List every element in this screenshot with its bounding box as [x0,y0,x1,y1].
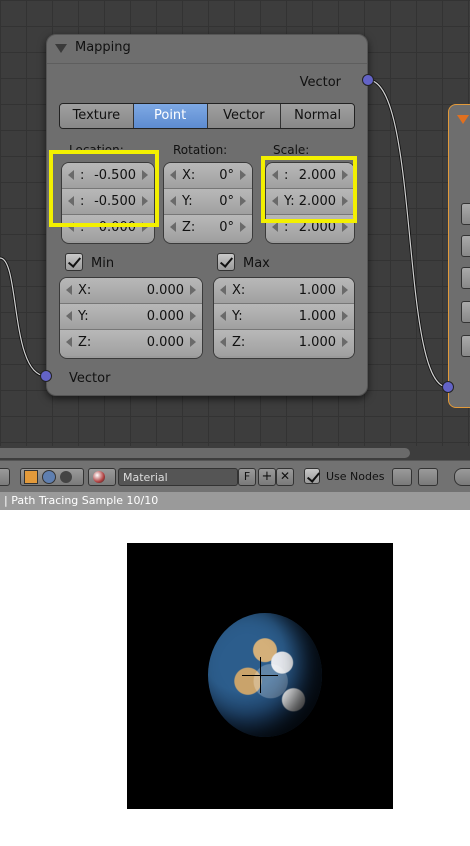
link-to-image-texture [367,78,449,389]
tab-texture[interactable]: Texture [60,104,134,128]
max-x-field[interactable]: X: 1.000 [214,278,354,304]
node-field-stub[interactable] [461,267,470,289]
material-sphere-icon [93,471,105,483]
link-from-texcoord [0,256,47,378]
fake-user-button[interactable]: F [238,468,256,486]
output-vector-socket[interactable] [362,74,374,86]
node-editor[interactable]: Mapping Vector Texture Point Vector Norm… [0,0,470,460]
tab-point[interactable]: Point [133,104,208,128]
input-socket-label: Vector [69,371,111,386]
brush-icon[interactable] [60,471,72,483]
node-field-stub[interactable] [461,301,470,323]
rotation-fields: X: 0° Y: 0° Z: 0° [163,162,253,244]
render-info-bar: | Path Tracing Sample 10/10 [0,492,470,510]
world-icon[interactable] [42,470,56,484]
add-material-icon[interactable]: + [258,468,276,486]
max-checkbox[interactable] [217,253,235,271]
mapping-type-tabs: Texture Point Vector Normal [59,103,355,129]
max-z-field[interactable]: Z: 1.000 [214,330,354,356]
max-fields: X: 1.000 Y: 1.000 Z: 1.000 [213,277,355,359]
scale-highlight-box [261,156,357,223]
material-name-field[interactable]: Material [118,468,238,486]
go-to-parent-icon[interactable] [418,468,438,486]
scrollbar-thumb[interactable] [0,448,410,458]
node-editor-header: Material F + ✕ Use Nodes [0,460,470,492]
tab-vector[interactable]: Vector [207,104,282,128]
min-label: Min [91,256,115,271]
location-highlight-box [49,150,159,227]
use-nodes-checkbox[interactable] [304,468,320,484]
max-label: Max [243,256,270,271]
tab-normal[interactable]: Normal [281,104,354,128]
object-icon[interactable] [24,470,38,484]
min-x-field[interactable]: X: 0.000 [60,278,202,304]
image-texture-vector-socket[interactable] [442,381,454,393]
min-z-field[interactable]: Z: 0.000 [60,330,202,356]
collapse-triangle-icon[interactable] [457,115,469,124]
rotation-x-field[interactable]: X: 0° [164,163,252,189]
horizontal-scrollbar[interactable] [0,446,470,460]
node-field-stub[interactable] [461,235,470,257]
input-vector-socket[interactable] [40,370,52,382]
min-y-field[interactable]: Y: 0.000 [60,304,202,330]
crosshair-icon [260,657,261,693]
rotation-z-field[interactable]: Z: 0° [164,215,252,241]
unlink-material-icon[interactable]: ✕ [276,468,294,486]
scale-label: Scale: [273,143,310,157]
shader-type-selector[interactable] [20,468,84,486]
snap-icon[interactable] [454,468,470,486]
node-field-stub[interactable] [461,203,470,225]
min-checkbox[interactable] [65,253,83,271]
node-field-stub[interactable] [461,335,470,357]
render-preview-area [0,510,470,846]
output-socket-label: Vector [299,75,341,90]
use-nodes-label: Use Nodes [326,470,385,483]
rotation-y-field[interactable]: Y: 0° [164,189,252,215]
editor-type-icon[interactable] [0,468,10,486]
render-image [127,543,393,809]
node-title: Mapping [75,40,131,55]
max-y-field[interactable]: Y: 1.000 [214,304,354,330]
pin-icon[interactable] [392,468,412,486]
node-header[interactable]: Mapping [47,35,367,64]
render-status-text: | Path Tracing Sample 10/10 [4,494,159,507]
image-texture-node-partial[interactable] [448,104,470,408]
material-browse-button[interactable] [88,468,116,486]
rotation-label: Rotation: [173,143,228,157]
collapse-triangle-icon[interactable] [55,44,67,53]
min-fields: X: 0.000 Y: 0.000 Z: 0.000 [59,277,203,359]
